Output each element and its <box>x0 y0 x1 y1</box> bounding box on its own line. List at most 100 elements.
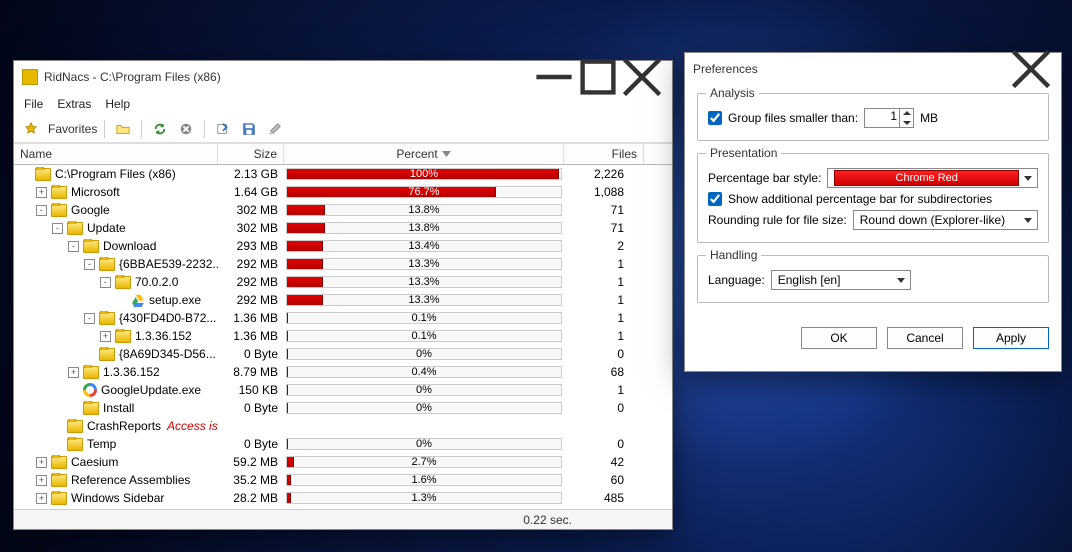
expand-icon[interactable]: + <box>68 367 79 378</box>
expand-icon[interactable]: + <box>36 475 47 486</box>
folder-icon <box>83 402 99 415</box>
item-name: Caesium <box>71 455 118 469</box>
item-name: 70.0.2.0 <box>135 275 178 289</box>
files-value: 71 <box>564 203 644 217</box>
minimize-button[interactable] <box>532 63 576 91</box>
item-name: Google <box>71 203 110 217</box>
language-dropdown[interactable]: English [en] <box>771 270 911 290</box>
expand-icon[interactable]: + <box>36 187 47 198</box>
folder-icon <box>35 168 51 181</box>
spinner-icon[interactable] <box>899 109 913 127</box>
percent-label: 13.3% <box>284 275 564 289</box>
tree-row[interactable]: -70.0.2.0292 MB13.3%1 <box>14 273 672 291</box>
files-value: 1 <box>564 383 644 397</box>
access-denied-label: Access is denied <box>167 419 218 433</box>
group-size-input[interactable]: 1 <box>864 108 914 128</box>
save-icon[interactable] <box>238 118 260 140</box>
apply-button[interactable]: Apply <box>973 327 1049 349</box>
tree-row[interactable]: -Google302 MB13.8%71 <box>14 201 672 219</box>
menu-file[interactable]: File <box>24 97 43 111</box>
tree-row[interactable]: -Update302 MB13.8%71 <box>14 219 672 237</box>
handling-legend: Handling <box>706 248 761 262</box>
tree-row[interactable]: CrashReportsAccess is denied <box>14 417 672 435</box>
collapse-icon[interactable]: - <box>84 259 95 270</box>
stop-icon[interactable] <box>175 118 197 140</box>
collapse-icon[interactable]: - <box>68 241 79 252</box>
subdir-bar-label: Show additional percentage bar for subdi… <box>728 192 992 206</box>
tree-row[interactable]: +Caesium59.2 MB2.7%42 <box>14 453 672 471</box>
export-icon[interactable] <box>212 118 234 140</box>
expand-icon[interactable]: + <box>100 331 111 342</box>
group-small-checkbox[interactable] <box>708 111 722 125</box>
tree-row[interactable]: +Reference Assemblies35.2 MB1.6%60 <box>14 471 672 489</box>
percent-label: 100% <box>284 167 564 181</box>
header-name[interactable]: Name <box>14 144 218 164</box>
collapse-icon[interactable]: - <box>52 223 63 234</box>
expand-icon[interactable]: + <box>36 493 47 504</box>
item-name: Microsoft <box>71 185 120 199</box>
barstyle-preview: Chrome Red <box>834 170 1019 186</box>
main-window: RidNacs - C:\Program Files (x86) File Ex… <box>13 60 673 530</box>
header-files[interactable]: Files <box>564 144 644 164</box>
open-folder-icon[interactable] <box>112 118 134 140</box>
files-value: 0 <box>564 437 644 451</box>
tree-row[interactable]: -{430FD4D0-B72...1.36 MB0.1%1 <box>14 309 672 327</box>
tree-row[interactable]: {8A69D345-D56...0 Byte0%0 <box>14 345 672 363</box>
sort-desc-icon <box>442 151 451 157</box>
menu-extras[interactable]: Extras <box>57 97 91 111</box>
tree-row[interactable]: Install0 Byte0%0 <box>14 399 672 417</box>
pref-title: Preferences <box>693 62 758 76</box>
size-value: 8.79 MB <box>218 365 284 379</box>
files-value: 0 <box>564 347 644 361</box>
tree-row[interactable]: +1.3.36.1521.36 MB0.1%1 <box>14 327 672 345</box>
pref-close-button[interactable] <box>1009 55 1053 83</box>
handling-group: Handling Language: English [en] <box>697 255 1049 303</box>
size-value: 0 Byte <box>218 401 284 415</box>
rounding-dropdown[interactable]: Round down (Explorer-like) <box>853 210 1038 230</box>
size-value: 292 MB <box>218 293 284 307</box>
tree-row[interactable]: -{6BBAE539-2232...292 MB13.3%1 <box>14 255 672 273</box>
settings-icon[interactable] <box>264 118 286 140</box>
favorites-label[interactable]: Favorites <box>48 122 97 136</box>
folder-icon <box>51 456 67 469</box>
item-name: Reference Assemblies <box>71 473 190 487</box>
refresh-icon[interactable] <box>149 118 171 140</box>
percent-bar: 13.8% <box>284 221 564 235</box>
percent-label: 2.7% <box>284 455 564 469</box>
cancel-button[interactable]: Cancel <box>887 327 963 349</box>
header-size[interactable]: Size <box>218 144 284 164</box>
menu-help[interactable]: Help <box>105 97 130 111</box>
collapse-icon[interactable]: - <box>36 205 47 216</box>
tree-row[interactable]: Temp0 Byte0%0 <box>14 435 672 453</box>
collapse-icon[interactable]: - <box>100 277 111 288</box>
folder-icon <box>99 348 115 361</box>
close-button[interactable] <box>620 63 664 91</box>
tree-row[interactable]: GoogleUpdate.exe150 KB0%1 <box>14 381 672 399</box>
collapse-icon[interactable]: - <box>84 313 95 324</box>
barstyle-dropdown[interactable]: Chrome Red <box>827 168 1038 188</box>
tree-row[interactable]: setup.exe292 MB13.3%1 <box>14 291 672 309</box>
file-tree[interactable]: C:\Program Files (x86)2.13 GB100%2,226 + M… <box>14 165 672 509</box>
subdir-bar-checkbox[interactable] <box>708 192 722 206</box>
percent-label: 13.3% <box>284 293 564 307</box>
tree-row[interactable]: C:\Program Files (x86)2.13 GB100%2,226 <box>14 165 672 183</box>
tree-row[interactable]: +1.3.36.1528.79 MB0.4%68 <box>14 363 672 381</box>
percent-label: 76.7% <box>284 185 564 199</box>
favorites-icon[interactable] <box>20 118 42 140</box>
maximize-button[interactable] <box>576 63 620 91</box>
percent-label: 0% <box>284 383 564 397</box>
expand-icon[interactable]: + <box>36 457 47 468</box>
size-value: 150 KB <box>218 383 284 397</box>
unit-label: MB <box>920 111 938 125</box>
files-value: 0 <box>564 401 644 415</box>
tree-row[interactable]: +Windows Sidebar28.2 MB1.3%485 <box>14 489 672 507</box>
files-value: 1 <box>564 293 644 307</box>
item-name: {6BBAE539-2232... <box>119 257 218 271</box>
titlebar[interactable]: RidNacs - C:\Program Files (x86) <box>14 61 672 93</box>
tree-row[interactable]: +Microsoft1.64 GB76.7%1,088 <box>14 183 672 201</box>
tree-row[interactable]: -Download293 MB13.4%2 <box>14 237 672 255</box>
ok-button[interactable]: OK <box>801 327 877 349</box>
header-percent[interactable]: Percent <box>284 144 564 164</box>
percent-label: 0.1% <box>284 329 564 343</box>
pref-titlebar[interactable]: Preferences <box>685 53 1061 85</box>
